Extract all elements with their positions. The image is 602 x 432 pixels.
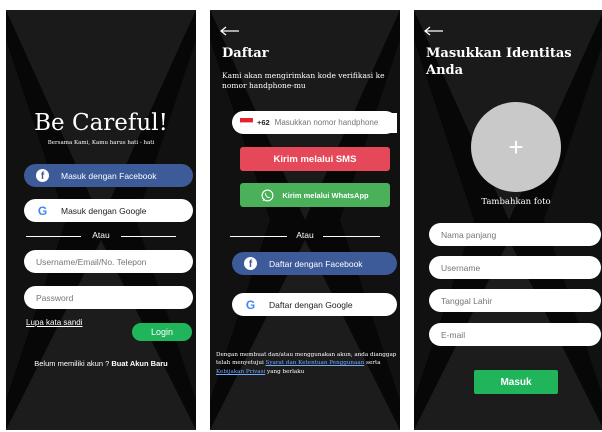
facebook-icon: f <box>36 169 49 182</box>
add-photo-button[interactable]: + <box>471 102 561 192</box>
divider-line-left <box>230 236 287 237</box>
google-icon: G <box>37 203 48 218</box>
facebook-icon: f <box>244 257 257 270</box>
create-account-link[interactable]: Buat Akun Baru <box>111 359 167 368</box>
send-sms-button[interactable]: Kirim melalui SMS <box>240 147 390 171</box>
whatsapp-icon <box>261 189 274 201</box>
page-subtitle: Kami akan mengirimkan kode verifikasi ke… <box>222 71 385 91</box>
country-code: +62 <box>256 118 270 127</box>
add-photo-label: Tambahkan foto <box>481 197 551 207</box>
no-account-text: Belum memiliki akun ? <box>34 359 110 368</box>
password-input[interactable] <box>24 286 193 309</box>
login-facebook-button[interactable]: f Masuk dengan Facebook <box>24 164 193 187</box>
privacy-policy-link[interactable]: Kebijakan Privasi <box>216 369 265 375</box>
app-logo: Be Careful! <box>34 110 168 136</box>
terms-notice: Dengan membuat dan/atau menggunakan akun… <box>216 351 400 376</box>
submit-button[interactable]: Masuk <box>474 370 558 394</box>
divider-line-right <box>121 236 176 237</box>
register-google-label: Daftar dengan Google <box>269 299 353 310</box>
terms-text-3: yang berlaku <box>265 368 305 375</box>
login-screen: Be Careful! Bersama Kami, Kamu harus hat… <box>6 10 196 430</box>
login-button[interactable]: Login <box>132 323 192 341</box>
username-input[interactable] <box>429 256 601 279</box>
send-whatsapp-button[interactable]: Kirim melalui WhatsApp <box>240 183 390 207</box>
full-name-input[interactable] <box>429 223 601 246</box>
email-input[interactable] <box>429 323 601 346</box>
google-icon: G <box>245 297 256 312</box>
divider-line-right <box>323 236 380 237</box>
register-facebook-label: Daftar dengan Facebook <box>269 258 363 269</box>
login-google-button[interactable]: G Masuk dengan Google <box>24 199 193 222</box>
arrow-left-icon[interactable] <box>424 26 444 36</box>
plus-icon: + <box>508 132 524 162</box>
register-google-button[interactable]: G Daftar dengan Google <box>232 293 397 316</box>
indonesia-flag-icon <box>240 118 253 127</box>
signup-prompt: Belum memiliki akun ? Buat Akun Baru <box>6 359 196 368</box>
login-facebook-label: Masuk dengan Facebook <box>61 170 157 181</box>
username-input[interactable] <box>24 250 193 273</box>
forgot-password-link[interactable]: Lupa kata sandi <box>26 318 83 327</box>
divider-label: Atau <box>296 230 314 240</box>
page-title: Daftar <box>222 46 269 61</box>
register-screen: Daftar Kami akan mengirimkan kode verifi… <box>210 10 400 430</box>
identity-screen: Masukkan Identitas Anda + Tambahkan foto… <box>414 10 602 430</box>
divider-label: Atau <box>92 230 110 240</box>
page-title: Masukkan Identitas Anda <box>426 46 572 78</box>
terms-of-use-link[interactable]: Syarat dan Ketentuan Penggunaan <box>266 360 365 366</box>
phone-field[interactable]: +62 <box>232 111 397 134</box>
login-google-label: Masuk dengan Google <box>61 205 147 216</box>
register-facebook-button[interactable]: f Daftar dengan Facebook <box>232 252 397 275</box>
arrow-left-icon[interactable] <box>220 26 240 36</box>
terms-text-2: serta <box>364 360 381 367</box>
phone-number-input[interactable] <box>271 112 397 133</box>
birthdate-input[interactable] <box>429 289 601 312</box>
divider-line-left <box>26 236 81 237</box>
send-whatsapp-label: Kirim melalui WhatsApp <box>282 190 369 200</box>
app-tagline: Bersama Kami, Kamu harus hati - hati <box>47 140 155 146</box>
